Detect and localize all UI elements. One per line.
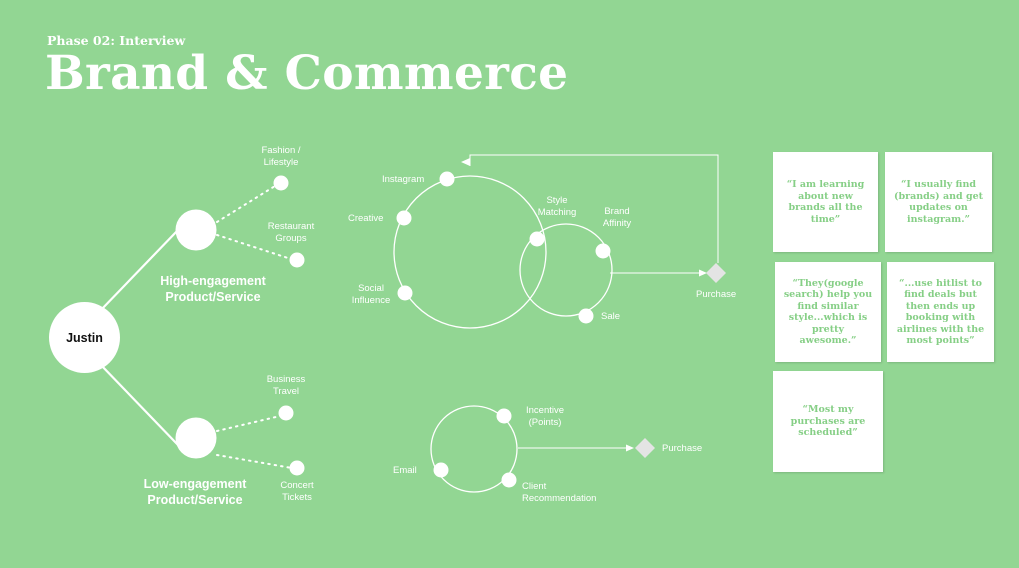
flow-label-creative: Creative bbox=[348, 213, 384, 224]
purchase-label-high: Purchase bbox=[696, 289, 737, 300]
segment-node-low bbox=[175, 417, 217, 459]
feedback-arrow bbox=[469, 154, 719, 263]
segment-label-high: High-engagement Product/Service bbox=[160, 274, 266, 304]
quote-card: “Most my purchases are scheduled” bbox=[773, 371, 883, 472]
flow-label-client-recommendation: Client Recommendation bbox=[522, 481, 597, 504]
arrowhead bbox=[699, 269, 707, 277]
flow-node-incentive bbox=[496, 408, 512, 424]
flow-node-instagram bbox=[439, 171, 455, 187]
flow-node-social-influence bbox=[397, 285, 413, 301]
quote-text: “I usually find (brands) and get updates… bbox=[893, 179, 984, 225]
quote-card: “I usually find (brands) and get updates… bbox=[885, 152, 992, 252]
arrowhead bbox=[461, 158, 470, 166]
arrowhead bbox=[626, 444, 634, 452]
flow-label-sale: Sale bbox=[601, 311, 621, 322]
item-node-business-travel bbox=[278, 405, 294, 421]
purchase-diamond-low bbox=[635, 438, 655, 458]
segment-node-high bbox=[175, 209, 217, 251]
quote-card: “I am learning about new brands all the … bbox=[773, 152, 878, 252]
persona-node: Justin bbox=[49, 302, 120, 373]
item-label-concert: Concert Tickets bbox=[280, 480, 314, 503]
flow-node-sale bbox=[578, 308, 594, 324]
item-node-fashion bbox=[273, 175, 289, 191]
quote-card: “They(google search) help you find simil… bbox=[775, 262, 881, 362]
quote-text: “I am learning about new brands all the … bbox=[786, 179, 865, 225]
dotted-connector bbox=[216, 454, 293, 469]
quote-text: “Most my purchases are scheduled” bbox=[790, 404, 866, 439]
segment-label-low: Low-engagement Product/Service bbox=[143, 477, 247, 507]
flow-label-social-influence: Social Influence bbox=[351, 283, 391, 306]
branch-line-low bbox=[99, 363, 179, 446]
flow-label-instagram: Instagram bbox=[382, 174, 425, 185]
dotted-connector bbox=[216, 185, 276, 223]
flow-node-client-recommendation bbox=[501, 472, 517, 488]
flow-label-brand-affinity: Brand Affinity bbox=[602, 206, 632, 229]
flow-node-brand-affinity bbox=[595, 243, 611, 259]
flow-node-style-matching bbox=[529, 231, 545, 247]
item-node-concert bbox=[289, 460, 305, 476]
flow-node-email bbox=[433, 462, 449, 478]
flow-label-incentive: Incentive (Points) bbox=[525, 405, 565, 428]
purchase-label-low: Purchase bbox=[662, 443, 703, 454]
dotted-connector bbox=[216, 415, 281, 432]
flow-label-style-matching: Style Matching bbox=[537, 195, 577, 218]
item-node-restaurant bbox=[289, 252, 305, 268]
item-label-fashion: Fashion / Lifestyle bbox=[261, 145, 301, 168]
flow-label-email: Email bbox=[393, 465, 417, 476]
item-label-business-travel: Business Travel bbox=[266, 374, 306, 397]
quote-text: “...use hitlist to find deals but then e… bbox=[896, 277, 985, 347]
quote-text: “They(google search) help you find simil… bbox=[783, 277, 873, 347]
item-label-restaurant: Restaurant Groups bbox=[267, 221, 315, 244]
purchase-diamond-high bbox=[706, 263, 726, 283]
flow-node-creative bbox=[396, 210, 412, 226]
quote-card: “...use hitlist to find deals but then e… bbox=[887, 262, 994, 362]
